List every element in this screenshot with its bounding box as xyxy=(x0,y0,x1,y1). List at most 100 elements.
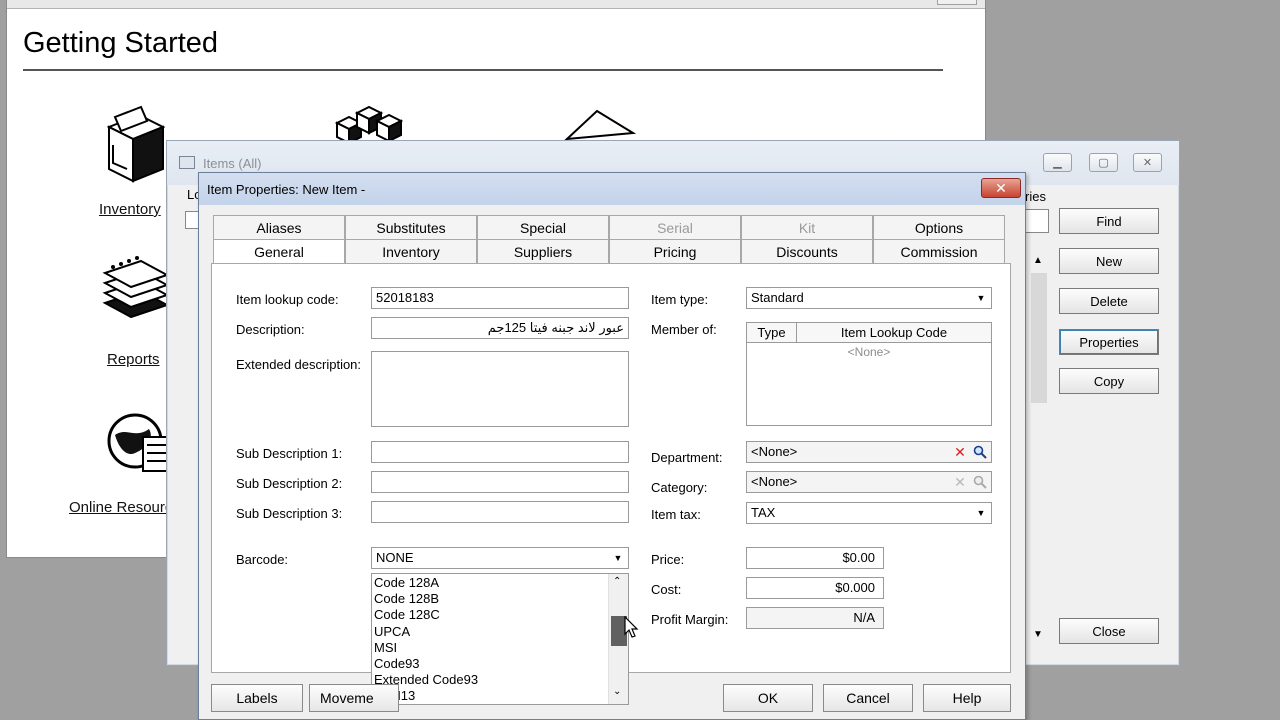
reports-link[interactable]: Reports xyxy=(107,351,160,368)
tab-options[interactable]: Options xyxy=(873,215,1005,239)
barcode-option[interactable]: Code 128C xyxy=(374,607,440,623)
category-field[interactable]: <None> ✕ xyxy=(746,471,992,493)
close-icon: ✕ xyxy=(995,179,1007,196)
item-type-value: Standard xyxy=(751,290,804,305)
dialog-titlebar: Item Properties: New Item - ✕ xyxy=(199,173,1025,205)
tab-serial[interactable]: Serial xyxy=(609,215,741,239)
price-input[interactable]: $0.00 xyxy=(746,547,884,569)
items-list-scrollbar[interactable]: ▲ ▼ xyxy=(1029,247,1049,645)
cost-input[interactable]: $0.000 xyxy=(746,577,884,599)
movement-button[interactable]: Moveme xyxy=(309,684,399,712)
item-type-select[interactable]: Standard ▼ xyxy=(746,287,992,309)
department-label: Department: xyxy=(651,450,723,465)
items-filter-field[interactable] xyxy=(185,211,199,229)
clear-x-icon[interactable]: ✕ xyxy=(951,443,969,461)
dialog-title: Item Properties: New Item - xyxy=(207,182,366,197)
getting-started-close-button[interactable] xyxy=(937,0,977,5)
barcode-option[interactable]: Code 128A xyxy=(374,575,439,591)
item-lookup-code-input[interactable]: 52018183 xyxy=(371,287,629,309)
chevron-down-icon: ⌄ xyxy=(613,686,622,697)
description-label: Description: xyxy=(236,322,305,337)
close-window-button[interactable]: ✕ xyxy=(1133,153,1162,172)
department-field[interactable]: <None> ✕ xyxy=(746,441,992,463)
sub-description-2-label: Sub Description 2: xyxy=(236,476,343,491)
tab-commission[interactable]: Commission xyxy=(873,239,1005,263)
profit-margin-field: N/A xyxy=(746,607,884,629)
reports-icon xyxy=(102,256,170,319)
barcode-dropdown-list: Code 128A Code 128B Code 128C UPCA MSI C… xyxy=(371,573,629,705)
tab-kit[interactable]: Kit xyxy=(741,215,873,239)
items-side-label: ries xyxy=(1025,189,1046,204)
globe-document-icon xyxy=(107,413,172,472)
tab-general[interactable]: General xyxy=(213,239,345,263)
item-properties-dialog: Item Properties: New Item - ✕ Aliases Su… xyxy=(198,172,1026,720)
scroll-down-icon: ▼ xyxy=(1033,629,1043,640)
tab-inventory[interactable]: Inventory xyxy=(345,239,477,263)
tab-aliases[interactable]: Aliases xyxy=(213,215,345,239)
item-type-label: Item type: xyxy=(651,292,709,307)
barcode-option[interactable]: Code93 xyxy=(374,656,420,672)
tab-substitutes[interactable]: Substitutes xyxy=(345,215,477,239)
barcode-option[interactable]: UPCA xyxy=(374,624,410,640)
sub-description-3-label: Sub Description 3: xyxy=(236,506,343,521)
barcode-select[interactable]: NONE ▼ xyxy=(371,547,629,569)
items-search-field[interactable] xyxy=(1025,209,1049,233)
chevron-up-icon: ⌃ xyxy=(613,576,622,587)
title-divider xyxy=(23,69,943,71)
member-list-empty: <None> xyxy=(847,345,891,359)
labels-button[interactable]: Labels xyxy=(211,684,303,712)
column-header-type[interactable]: Type xyxy=(747,323,797,343)
inventory-link[interactable]: Inventory xyxy=(99,201,161,218)
cost-label: Cost: xyxy=(651,582,682,597)
department-value: <None> xyxy=(751,444,798,459)
package-icon xyxy=(564,109,637,141)
tab-suppliers[interactable]: Suppliers xyxy=(477,239,609,263)
delete-button[interactable]: Delete xyxy=(1059,288,1159,314)
getting-started-titlebar xyxy=(7,0,985,9)
minimize-icon: ▁ xyxy=(1053,157,1062,169)
properties-button[interactable]: Properties xyxy=(1059,329,1159,355)
price-label: Price: xyxy=(651,552,685,567)
items-window-title: Items (All) xyxy=(203,156,262,171)
minimize-button[interactable]: ▁ xyxy=(1043,153,1072,172)
help-button[interactable]: Help xyxy=(923,684,1011,712)
scroll-thumb[interactable] xyxy=(1031,273,1047,403)
cubes-icon xyxy=(334,105,404,145)
member-of-list[interactable]: Type Item Lookup Code <None> xyxy=(746,322,992,426)
tab-discounts[interactable]: Discounts xyxy=(741,239,873,263)
tab-pricing[interactable]: Pricing xyxy=(609,239,741,263)
sub-description-1-input[interactable] xyxy=(371,441,629,463)
dialog-close-button[interactable]: ✕ xyxy=(981,178,1021,198)
column-header-item-lookup-code[interactable]: Item Lookup Code xyxy=(797,323,991,343)
cancel-button[interactable]: Cancel xyxy=(823,684,913,712)
ok-button[interactable]: OK xyxy=(723,684,813,712)
extended-description-label: Extended description: xyxy=(236,357,362,372)
clear-x-icon[interactable]: ✕ xyxy=(951,473,969,491)
mouse-cursor-icon xyxy=(624,616,639,638)
item-lookup-code-label: Item lookup code: xyxy=(236,292,339,307)
sub-description-3-input[interactable] xyxy=(371,501,629,523)
category-value: <None> xyxy=(751,474,798,489)
close-icon: ✕ xyxy=(1142,157,1153,169)
copy-button[interactable]: Copy xyxy=(1059,368,1159,394)
barcode-option[interactable]: Code 128B xyxy=(374,591,439,607)
dropdown-arrow-icon: ▼ xyxy=(976,293,986,303)
sub-description-2-input[interactable] xyxy=(371,471,629,493)
maximize-button[interactable]: ▢ xyxy=(1089,153,1118,172)
item-tax-value: TAX xyxy=(751,505,776,520)
search-icon[interactable] xyxy=(971,473,989,491)
getting-started-title: Getting Started xyxy=(23,27,219,59)
extended-description-input[interactable] xyxy=(371,351,629,427)
find-button[interactable]: Find xyxy=(1059,208,1159,234)
item-tax-label: Item tax: xyxy=(651,507,701,522)
profit-margin-label: Profit Margin: xyxy=(651,612,729,627)
barcode-option[interactable]: MSI xyxy=(374,640,397,656)
new-button[interactable]: New xyxy=(1059,248,1159,274)
sub-description-1-label: Sub Description 1: xyxy=(236,446,343,461)
tab-special[interactable]: Special xyxy=(477,215,609,239)
item-tax-select[interactable]: TAX ▼ xyxy=(746,502,992,524)
search-icon[interactable] xyxy=(971,443,989,461)
close-button[interactable]: Close xyxy=(1059,618,1159,644)
dropdown-arrow-icon: ▼ xyxy=(613,553,623,563)
description-input[interactable]: عبور لاند جبنه فيتا 125جم xyxy=(371,317,629,339)
